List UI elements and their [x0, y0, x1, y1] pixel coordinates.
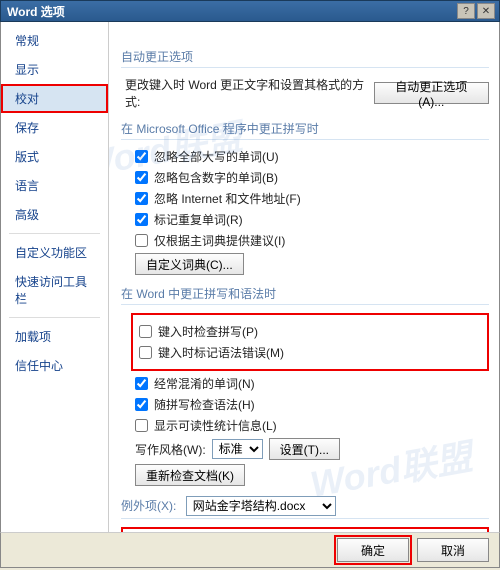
titlebar: Word 选项 ? ✕: [0, 0, 500, 22]
cb-label: 随拼写检查语法(H): [154, 396, 255, 413]
cb-label: 显示可读性统计信息(L): [154, 417, 277, 434]
sidebar-item-advanced[interactable]: 高级: [1, 200, 108, 229]
cb-readability-stats[interactable]: [135, 419, 148, 432]
section-header-word-spelling: 在 Word 中更正拼写和语法时: [121, 285, 489, 305]
cb-confused-words[interactable]: [135, 377, 148, 390]
exceptions-doc-select[interactable]: 网站金字塔结构.docx: [186, 496, 336, 516]
recheck-document-button[interactable]: 重新检查文档(K): [135, 464, 245, 486]
cb-mark-grammar-typing[interactable]: [139, 346, 152, 359]
section-header-autocorrect: 自动更正选项: [121, 48, 489, 68]
section-header-office-spelling: 在 Microsoft Office 程序中更正拼写时: [121, 120, 489, 140]
cb-label: 标记重复单词(R): [154, 211, 243, 228]
highlighted-options-box: 键入时检查拼写(P) 键入时标记语法错误(M): [131, 313, 489, 371]
sidebar-item-general[interactable]: 常规: [1, 26, 108, 55]
cb-label: 忽略 Internet 和文件地址(F): [154, 190, 301, 207]
content-panel: Word联盟 Word联盟 自动更正选项 更改键入时 Word 更正文字和设置其…: [109, 22, 499, 532]
sidebar-item-save[interactable]: 保存: [1, 113, 108, 142]
sidebar-item-quick-access[interactable]: 快速访问工具栏: [1, 267, 108, 313]
cancel-button[interactable]: 取消: [417, 538, 489, 562]
sidebar: 常规 显示 校对 保存 版式 语言 高级 自定义功能区 快速访问工具栏 加载项 …: [1, 22, 109, 532]
window-title: Word 选项: [5, 3, 455, 20]
sidebar-item-display[interactable]: 显示: [1, 55, 108, 84]
cb-ignore-numbers[interactable]: [135, 171, 148, 184]
close-button[interactable]: ✕: [477, 3, 495, 19]
cb-main-dict-only[interactable]: [135, 234, 148, 247]
cb-grammar-with-spelling[interactable]: [135, 398, 148, 411]
button-bar: 确定 取消: [0, 532, 500, 568]
writing-style-label: 写作风格(W):: [135, 441, 206, 458]
cb-label: 仅根据主词典提供建议(I): [154, 232, 285, 249]
autocorrect-desc: 更改键入时 Word 更正文字和设置其格式的方式:: [125, 76, 368, 110]
writing-style-select[interactable]: 标准: [212, 439, 263, 459]
cb-ignore-internet[interactable]: [135, 192, 148, 205]
cb-label: 键入时检查拼写(P): [158, 323, 258, 340]
sidebar-separator: [9, 233, 100, 234]
settings-button[interactable]: 设置(T)...: [269, 438, 340, 460]
cb-flag-repeated[interactable]: [135, 213, 148, 226]
sidebar-item-addins[interactable]: 加载项: [1, 322, 108, 351]
help-button[interactable]: ?: [457, 3, 475, 19]
dialog-body: 常规 显示 校对 保存 版式 语言 高级 自定义功能区 快速访问工具栏 加载项 …: [0, 22, 500, 532]
sidebar-item-customize-ribbon[interactable]: 自定义功能区: [1, 238, 108, 267]
sidebar-item-trust-center[interactable]: 信任中心: [1, 351, 108, 380]
highlighted-exceptions-box: 只隐藏此文档中的拼写错误(S) 只隐藏此文档中的语法错误(D): [121, 527, 489, 532]
exceptions-label: 例外项(X):: [121, 499, 176, 513]
cb-check-spelling-typing[interactable]: [139, 325, 152, 338]
cb-label: 忽略包含数字的单词(B): [154, 169, 278, 186]
cb-label: 经常混淆的单词(N): [154, 375, 255, 392]
sidebar-item-language[interactable]: 语言: [1, 171, 108, 200]
sidebar-item-layout[interactable]: 版式: [1, 142, 108, 171]
sidebar-item-proofing[interactable]: 校对: [1, 84, 108, 113]
custom-dictionaries-button[interactable]: 自定义词典(C)...: [135, 253, 244, 275]
cb-ignore-uppercase[interactable]: [135, 150, 148, 163]
ok-button[interactable]: 确定: [337, 538, 409, 562]
cb-label: 键入时标记语法错误(M): [158, 344, 284, 361]
sidebar-separator: [9, 317, 100, 318]
autocorrect-options-button[interactable]: 自动更正选项(A)...: [374, 82, 489, 104]
cb-label: 忽略全部大写的单词(U): [154, 148, 279, 165]
section-header-exceptions: 例外项(X): 网站金字塔结构.docx: [121, 496, 489, 519]
